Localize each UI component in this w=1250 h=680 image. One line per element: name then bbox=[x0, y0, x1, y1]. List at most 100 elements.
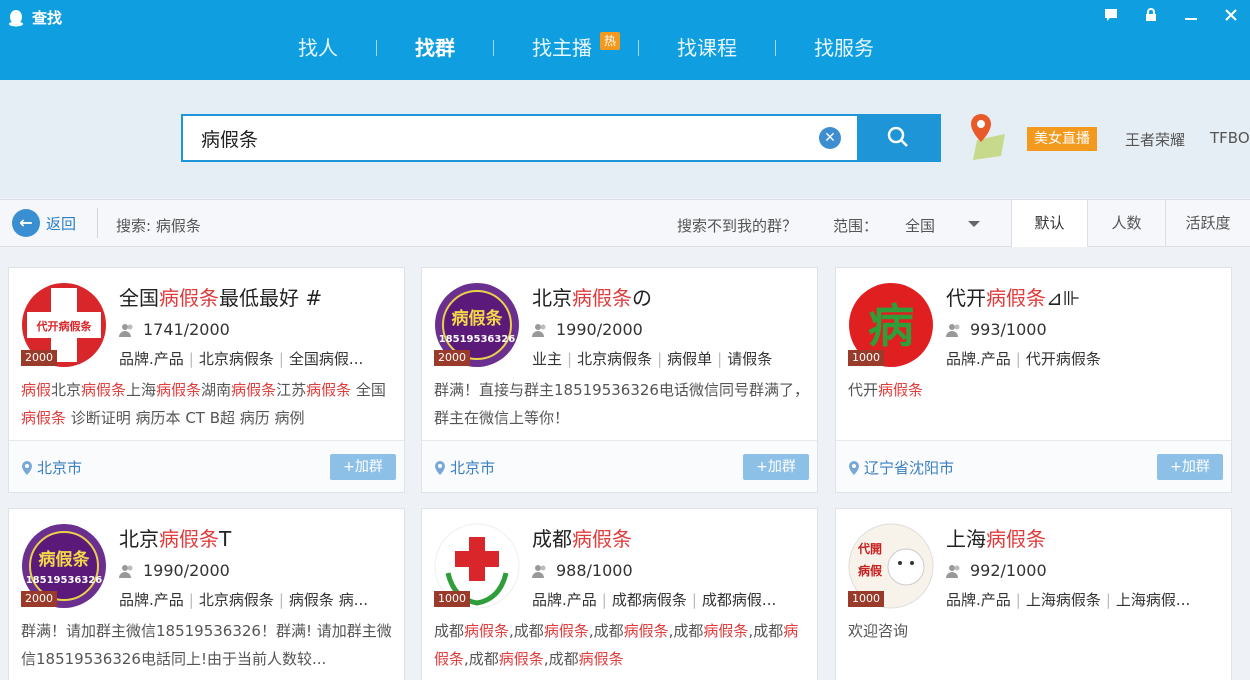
range-select[interactable]: 全国 bbox=[905, 215, 935, 236]
keyword-highlight: 病假条 bbox=[464, 622, 510, 640]
search-box: ✕ bbox=[181, 114, 857, 162]
group-tag[interactable]: 上海病假... bbox=[1116, 591, 1190, 609]
group-card[interactable]: 病假条 18519536326 2000 北京病假条T 1990/2000 品牌.产品 | 北… bbox=[8, 508, 405, 680]
group-title-keyword: 病假条 bbox=[986, 527, 1046, 551]
group-title[interactable]: 北京病假条T bbox=[119, 523, 231, 552]
hot-word-live[interactable]: 美女直播 bbox=[1027, 127, 1097, 151]
member-count: 1990/2000 bbox=[119, 561, 230, 580]
group-title-keyword: 病假条 bbox=[159, 527, 219, 551]
filter-bar: ← 返回 搜索: 病假条 搜索不到我的群？ 范围： 全国 默认 人数 活跃度 bbox=[0, 199, 1250, 247]
tab-find-group[interactable]: 找群 bbox=[377, 28, 493, 68]
chevron-down-icon[interactable] bbox=[968, 221, 980, 227]
group-tag[interactable]: 北京病假条 bbox=[199, 350, 274, 368]
hot-word-1[interactable]: 王者荣耀 bbox=[1125, 129, 1185, 150]
group-card[interactable]: 代開 病假 1000 上海病假条 992/1000 品牌.产品 | 上海病假条 | 上海病假...… bbox=[835, 508, 1232, 680]
keyword-highlight: 病假条 bbox=[623, 622, 669, 640]
svg-text:病假条: 病假条 bbox=[452, 308, 504, 329]
capacity-badge: 1000 bbox=[848, 350, 884, 366]
lock-icon[interactable] bbox=[1142, 6, 1160, 24]
sort-members[interactable]: 人数 bbox=[1087, 200, 1165, 247]
group-tag[interactable]: 成都病假条 bbox=[612, 591, 687, 609]
description-text: 湖南 bbox=[201, 381, 232, 399]
group-card[interactable]: 1000 成都病假条 988/1000 品牌.产品 | 成都病假条 | 成都病假... 成都病假… bbox=[421, 508, 818, 680]
group-tag[interactable]: 品牌.产品 bbox=[532, 591, 597, 609]
tag-divider: | bbox=[717, 350, 723, 368]
keyword-highlight: 病假条 bbox=[231, 381, 277, 399]
group-tag[interactable]: 成都病假... bbox=[702, 591, 776, 609]
group-tag[interactable]: 品牌.产品 bbox=[119, 350, 184, 368]
group-tag[interactable]: 品牌.产品 bbox=[946, 350, 1011, 368]
keyword-highlight: 病假条 bbox=[543, 622, 589, 640]
description-text: ,成都 bbox=[748, 622, 784, 640]
group-title[interactable]: 全国病假条最低最好 # bbox=[119, 282, 322, 311]
app-title-text: 查找 bbox=[32, 9, 63, 27]
group-location-text: 北京市 bbox=[37, 459, 83, 477]
tag-divider: | bbox=[278, 591, 284, 609]
group-tag[interactable]: 北京病假条 bbox=[577, 350, 652, 368]
cant-find-link[interactable]: 搜索不到我的群？ bbox=[677, 215, 797, 236]
keyword-highlight: 病假条 bbox=[306, 381, 352, 399]
group-tags: 品牌.产品 | 北京病假条 | 全国病假... bbox=[119, 348, 401, 369]
group-description: 群满！请加群主微信18519536326！群满! 请加群主微信185195363… bbox=[21, 617, 397, 673]
group-title-prefix: 成都 bbox=[532, 527, 572, 551]
description-text: ,成都 bbox=[509, 622, 544, 640]
back-button[interactable]: ← 返回 bbox=[12, 209, 76, 237]
tab-find-people[interactable]: 找人 bbox=[260, 28, 376, 68]
minimize-icon[interactable] bbox=[1182, 6, 1200, 24]
divider bbox=[97, 208, 98, 238]
description-text: ,成都 bbox=[464, 650, 499, 668]
search-button[interactable] bbox=[857, 114, 941, 162]
group-title[interactable]: 成都病假条 bbox=[532, 523, 632, 552]
close-icon[interactable] bbox=[1222, 6, 1240, 24]
group-tag[interactable]: 全国病假... bbox=[289, 350, 363, 368]
range-label: 范围： bbox=[833, 217, 879, 235]
group-location[interactable]: 北京市 bbox=[21, 457, 82, 478]
members-icon bbox=[119, 323, 133, 337]
group-tag[interactable]: 北京病假条 bbox=[199, 591, 274, 609]
tab-find-course[interactable]: 找课程 bbox=[639, 28, 775, 68]
join-group-button[interactable]: +加群 bbox=[330, 454, 396, 480]
clear-icon[interactable]: ✕ bbox=[819, 127, 841, 149]
capacity-badge: 2000 bbox=[21, 591, 57, 607]
group-tag[interactable]: 代开病假条 bbox=[1026, 350, 1101, 368]
tag-divider: | bbox=[1015, 350, 1021, 368]
map-pin-icon[interactable] bbox=[965, 110, 1009, 160]
hot-word-2[interactable]: TFBO bbox=[1210, 129, 1250, 147]
group-tag[interactable]: 品牌.产品 bbox=[946, 591, 1011, 609]
group-title-keyword: 病假条 bbox=[986, 286, 1046, 310]
search-summary: 搜索: 病假条 bbox=[116, 217, 201, 235]
description-text: 代开 bbox=[848, 381, 879, 399]
description-text: 江苏 bbox=[276, 381, 307, 399]
group-card[interactable]: 代开病假条 2000 全国病假条最低最好 #1741/2000 品牌.产品 | 北京病假条… bbox=[8, 267, 405, 493]
qq-penguin-icon bbox=[9, 9, 23, 26]
group-location[interactable]: 北京市 bbox=[434, 457, 495, 478]
group-title[interactable]: 上海病假条 bbox=[946, 523, 1046, 552]
capacity-badge: 1000 bbox=[434, 591, 470, 607]
group-tag[interactable]: 病假条 病... bbox=[289, 591, 368, 609]
join-group-button[interactable]: +加群 bbox=[1157, 454, 1223, 480]
group-title-prefix: 代开 bbox=[946, 286, 986, 310]
group-location[interactable]: 辽宁省沈阳市 bbox=[848, 457, 954, 478]
search-input[interactable] bbox=[183, 116, 783, 160]
group-title[interactable]: 代开病假条⊿⊪ bbox=[946, 282, 1080, 311]
feedback-icon[interactable] bbox=[1102, 6, 1120, 24]
group-tag[interactable]: 病假单 bbox=[667, 350, 712, 368]
description-text: 诊断证明 病历本 CT B超 病历 病例 bbox=[66, 409, 305, 427]
group-card[interactable]: 病假条 18519536326 2000 北京病假条の 1990/2000 业主 | 北京病假… bbox=[421, 267, 818, 493]
group-tag[interactable]: 业主 bbox=[532, 350, 562, 368]
keyword-highlight: 病假条 bbox=[878, 381, 924, 399]
tab-find-service[interactable]: 找服务 bbox=[776, 28, 912, 68]
back-label: 返回 bbox=[46, 214, 77, 233]
sort-default[interactable]: 默认 bbox=[1011, 200, 1087, 247]
group-tag[interactable]: 请假条 bbox=[727, 350, 772, 368]
sort-activity[interactable]: 活跃度 bbox=[1165, 200, 1250, 247]
group-card[interactable]: 病 1000 代开病假条⊿⊪ 993/1000 品牌.产品 | 代开病假条 代开病假条 辽宁省沈… bbox=[835, 267, 1232, 493]
card-footer: 北京市 +加群 bbox=[9, 440, 404, 492]
join-group-button[interactable]: +加群 bbox=[743, 454, 809, 480]
tab-find-streamer[interactable]: 找主播 热 bbox=[494, 28, 638, 68]
group-tag[interactable]: 品牌.产品 bbox=[119, 591, 184, 609]
svg-text:病假: 病假 bbox=[858, 563, 883, 578]
group-title[interactable]: 北京病假条の bbox=[532, 282, 652, 311]
group-description: 群满！直接与群主18519536326电话微信同号群满了，群主在微信上等你！ bbox=[434, 376, 810, 432]
group-tag[interactable]: 上海病假条 bbox=[1026, 591, 1101, 609]
